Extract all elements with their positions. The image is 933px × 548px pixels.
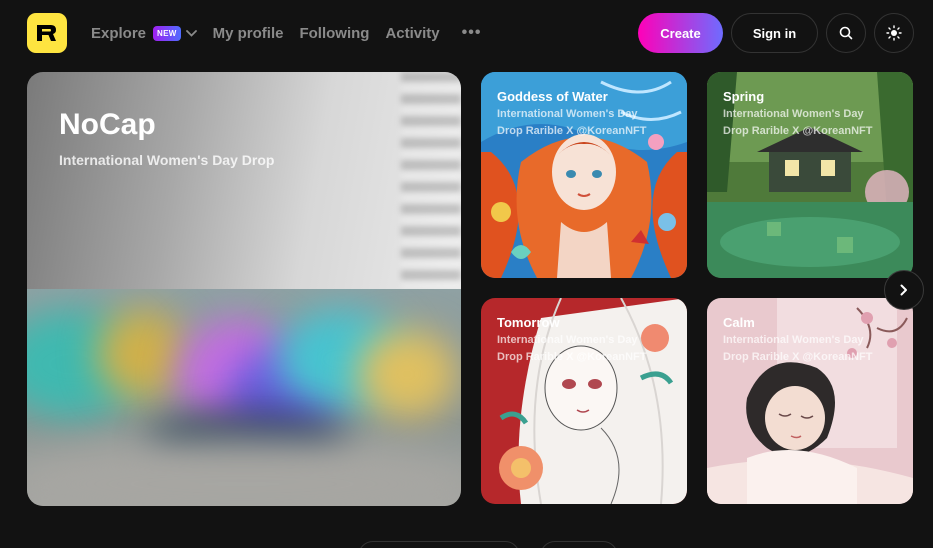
nft-card-goddess-of-water[interactable]: Goddess of Water International Women's D… bbox=[481, 72, 687, 278]
filter-pill[interactable] bbox=[358, 541, 520, 548]
create-button[interactable]: Create bbox=[638, 13, 723, 53]
card-title: Spring bbox=[723, 89, 765, 104]
card-subtitle-line1: International Women's Day bbox=[497, 334, 638, 346]
card-subtitle-line2: Drop Rarible X @KoreanNFT bbox=[723, 125, 873, 137]
nav-following[interactable]: Following bbox=[299, 25, 369, 42]
filter-pill[interactable] bbox=[540, 541, 618, 548]
new-badge: NEW bbox=[153, 25, 181, 41]
hero-subtitle: International Women's Day Drop bbox=[59, 152, 275, 168]
hero-title: NoCap bbox=[59, 108, 156, 141]
hero-image-bottom bbox=[27, 289, 461, 506]
hero-image-top bbox=[27, 72, 461, 289]
search-icon bbox=[839, 26, 853, 40]
sun-icon bbox=[886, 25, 902, 41]
nft-card-tomorrow[interactable]: Tomorrow International Women's Day Drop … bbox=[481, 298, 687, 504]
nav-explore-label: Explore bbox=[91, 24, 147, 42]
theme-toggle-button[interactable] bbox=[874, 13, 914, 53]
more-menu-icon[interactable]: ••• bbox=[462, 24, 482, 42]
search-button[interactable] bbox=[826, 13, 866, 53]
carousel-next-button[interactable] bbox=[884, 270, 924, 310]
card-title: Tomorrow bbox=[497, 315, 560, 330]
nav-activity[interactable]: Activity bbox=[385, 25, 439, 42]
card-subtitle-line2: Drop Rarible X @KoreanNFT bbox=[497, 351, 647, 363]
chevron-right-icon bbox=[900, 284, 908, 296]
sign-in-button[interactable]: Sign in bbox=[731, 13, 818, 53]
featured-collection-card[interactable]: NoCap International Women's Day Drop bbox=[27, 72, 461, 506]
card-title: Goddess of Water bbox=[497, 89, 608, 104]
rarible-logo-icon[interactable] bbox=[27, 13, 67, 53]
card-subtitle-line1: International Women's Day bbox=[723, 108, 864, 120]
card-title: Calm bbox=[723, 315, 755, 330]
card-subtitle-line2: Drop Rarible X @KoreanNFT bbox=[497, 125, 647, 137]
card-subtitle-line1: International Women's Day bbox=[723, 334, 864, 346]
card-subtitle-line1: International Women's Day bbox=[497, 108, 638, 120]
chevron-down-icon bbox=[185, 29, 197, 37]
top-navbar: Explore NEW My profile Following Activit… bbox=[0, 0, 933, 66]
nav-my-profile[interactable]: My profile bbox=[213, 25, 284, 42]
nav-explore[interactable]: Explore NEW bbox=[91, 25, 197, 42]
card-subtitle-line2: Drop Rarible X @KoreanNFT bbox=[723, 351, 873, 363]
main-nav: Explore NEW My profile Following Activit… bbox=[91, 22, 481, 44]
nft-card-calm[interactable]: Calm International Women's Day Drop Rari… bbox=[707, 298, 913, 504]
nft-card-spring[interactable]: Spring International Women's Day Drop Ra… bbox=[707, 72, 913, 278]
